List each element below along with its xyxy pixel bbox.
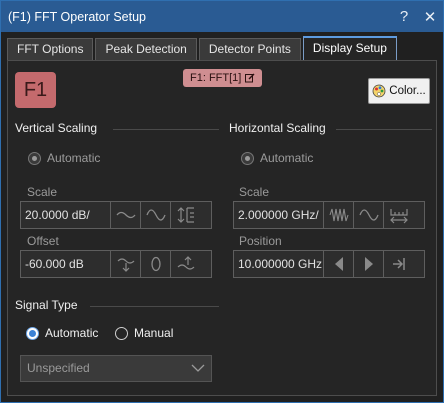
chevron-down-icon	[191, 364, 205, 372]
fft-source-label: F1: FFT[1]	[190, 72, 242, 84]
position-right-button[interactable]	[354, 251, 384, 277]
dense-wave-icon	[328, 208, 349, 222]
horizontal-scale-field: 2.000000 GHz/	[233, 201, 425, 229]
title-bar[interactable]: (F1) FFT Operator Setup ? ✕	[1, 1, 443, 32]
edit-icon	[245, 73, 255, 83]
tab-bar: FFT Options Peak Detection Detector Poin…	[7, 36, 399, 60]
horizontal-autoscale-button[interactable]	[384, 202, 414, 228]
scale-increase-button[interactable]	[141, 202, 171, 228]
vertical-autoscale-button[interactable]	[171, 202, 201, 228]
zero-icon	[150, 256, 161, 272]
time-compress-button[interactable]	[324, 202, 354, 228]
help-button[interactable]: ?	[391, 8, 417, 25]
offset-input[interactable]: -60.000 dB	[21, 251, 111, 277]
wide-wave-icon	[358, 209, 379, 221]
vertical-span-icon	[177, 207, 194, 223]
color-button-label: Color...	[389, 85, 426, 97]
radio-indicator-selected	[26, 326, 39, 340]
offset-down-icon	[117, 258, 134, 272]
function-badge: F1	[15, 72, 56, 108]
horizontal-span-icon	[390, 209, 408, 224]
vertical-scale-input[interactable]: 20.0000 dB/	[21, 202, 111, 228]
offset-field: -60.000 dB	[20, 250, 212, 278]
horizontal-automatic-radio[interactable]: Automatic	[241, 151, 313, 165]
offset-up-button[interactable]	[171, 251, 201, 277]
close-button[interactable]: ✕	[417, 8, 443, 26]
sine-wave-low-icon	[115, 211, 136, 219]
vertical-scaling-title: Vertical Scaling	[15, 121, 98, 135]
signal-type-automatic-label: Automatic	[45, 326, 99, 340]
scale-decrease-button[interactable]	[111, 202, 141, 228]
radio-indicator	[241, 151, 254, 165]
vertical-scale-label: Scale	[27, 185, 58, 199]
skip-to-end-icon	[393, 258, 405, 270]
signal-type-manual-radio[interactable]: Manual	[115, 326, 173, 340]
tab-peak-detection[interactable]: Peak Detection	[95, 38, 197, 60]
time-expand-button[interactable]	[354, 202, 384, 228]
position-field: 10.000000 GHz	[233, 250, 425, 278]
signal-type-manual-label: Manual	[134, 326, 174, 340]
fft-operator-setup-dialog: (F1) FFT Operator Setup ? ✕ FFT Options …	[0, 0, 444, 403]
offset-zero-button[interactable]	[141, 251, 171, 277]
position-input[interactable]: 10.000000 GHz	[234, 251, 324, 277]
color-button[interactable]: Color...	[368, 78, 430, 104]
position-end-button[interactable]	[384, 251, 414, 277]
vertical-scale-field: 20.0000 dB/	[20, 201, 212, 229]
palette-icon	[372, 84, 386, 98]
sine-wave-high-icon	[145, 209, 166, 221]
display-setup-panel: F1 F1: FFT[1] Color... Vertical Scaling …	[7, 60, 437, 396]
horizontal-scaling-divider	[336, 129, 432, 130]
horizontal-scale-input[interactable]: 2.000000 GHz/	[234, 202, 324, 228]
offset-label: Offset	[27, 234, 59, 248]
position-label: Position	[239, 234, 282, 248]
radio-indicator	[28, 151, 41, 165]
offset-down-button[interactable]	[111, 251, 141, 277]
horizontal-scaling-title: Horizontal Scaling	[229, 121, 326, 135]
window-title: (F1) FFT Operator Setup	[8, 9, 147, 24]
vertical-scaling-divider	[113, 129, 219, 130]
signal-type-automatic-radio[interactable]: Automatic	[26, 326, 98, 340]
triangle-right-icon	[364, 257, 373, 271]
offset-up-icon	[177, 256, 195, 270]
fft-source-chip[interactable]: F1: FFT[1]	[183, 69, 263, 87]
tab-display-setup[interactable]: Display Setup	[302, 36, 397, 60]
tab-fft-options[interactable]: FFT Options	[7, 38, 94, 60]
position-left-button[interactable]	[324, 251, 354, 277]
signal-type-title: Signal Type	[15, 298, 78, 312]
horizontal-scale-label: Scale	[239, 185, 270, 199]
horizontal-automatic-label: Automatic	[260, 151, 314, 165]
tab-detector-points[interactable]: Detector Points	[198, 38, 301, 60]
radio-indicator	[115, 326, 128, 340]
signal-type-dropdown-value: Unspecified	[27, 361, 90, 375]
triangle-left-icon	[334, 257, 343, 271]
signal-type-dropdown[interactable]: Unspecified	[20, 355, 212, 382]
signal-type-divider	[90, 306, 219, 307]
vertical-automatic-radio[interactable]: Automatic	[28, 151, 100, 165]
vertical-automatic-label: Automatic	[47, 151, 101, 165]
